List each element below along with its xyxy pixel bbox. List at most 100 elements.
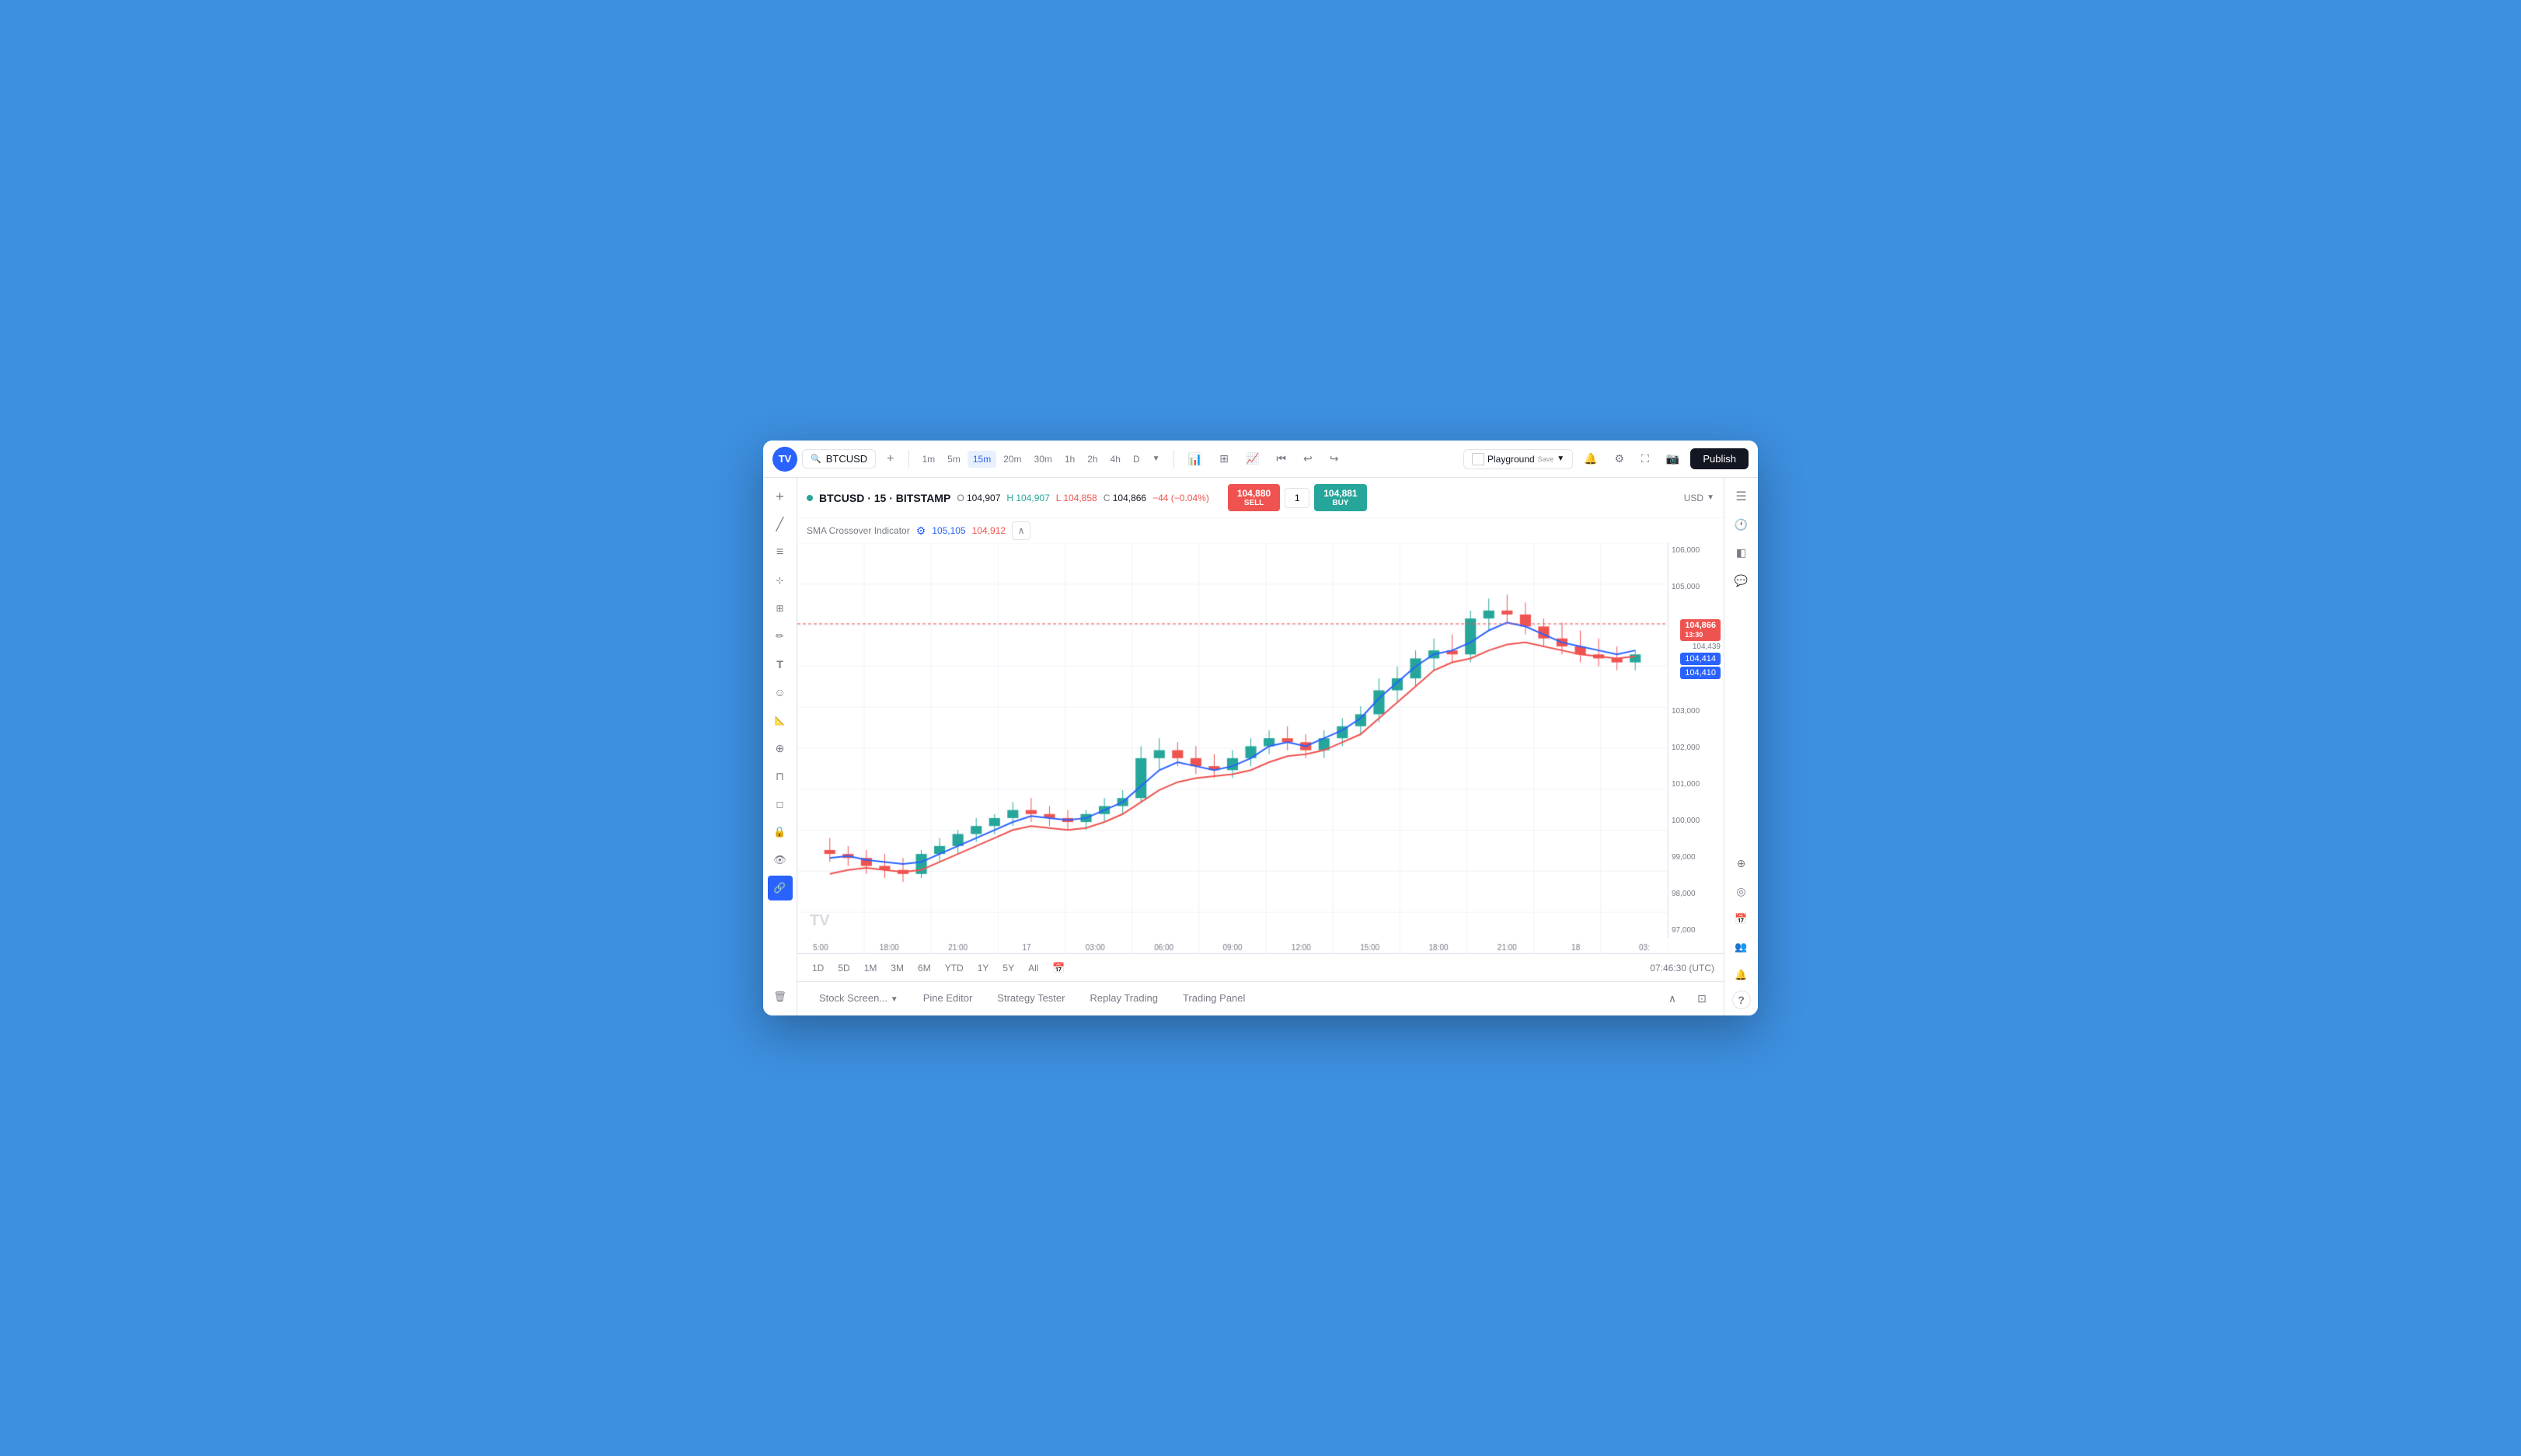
help-button[interactable]: ? xyxy=(1732,991,1751,1009)
eye-tool[interactable]: 👁 xyxy=(768,848,793,873)
line-tool[interactable]: ╱ xyxy=(768,512,793,537)
price-98000: 98,000 xyxy=(1672,890,1721,898)
magnet-tool[interactable]: ⊓ xyxy=(768,764,793,789)
settings-button[interactable]: ⚙ xyxy=(1609,449,1631,468)
tab-pine-editor[interactable]: Pine Editor xyxy=(911,986,985,1012)
replay-button[interactable]: ⏮ xyxy=(1270,449,1292,468)
close-value: 104,866 xyxy=(1113,493,1146,503)
logo[interactable]: TV xyxy=(772,447,797,472)
lines-tool[interactable]: ≡ xyxy=(768,540,793,565)
tf-20m[interactable]: 20m xyxy=(998,451,1027,468)
trash-tool[interactable]: 🗑 xyxy=(768,984,793,1009)
tf-30m[interactable]: 30m xyxy=(1029,451,1058,468)
alert-right-button[interactable]: 🔔 xyxy=(1729,963,1754,988)
measure-tool[interactable]: 📐 xyxy=(768,708,793,733)
tab-strategy-tester[interactable]: Strategy Tester xyxy=(985,986,1077,1012)
tab-stock-screener[interactable]: Stock Screen... ▼ xyxy=(807,986,911,1012)
main-toolbar: TV 🔍 BTCUSD + 1m 5m 15m 20m 30m 1h 2h 4h… xyxy=(763,441,1758,478)
panel-expand-button[interactable]: ⊡ xyxy=(1689,987,1714,1012)
buy-price: 104,881 xyxy=(1323,488,1357,499)
bottom-panel: Stock Screen... ▼ Pine Editor Strategy T… xyxy=(797,981,1724,1015)
indicator-button[interactable]: 📈 xyxy=(1240,449,1265,468)
date-range-picker[interactable]: 📅 xyxy=(1047,960,1070,977)
price-105000: 105,000 xyxy=(1672,583,1721,591)
indicator-row: SMA Crossover Indicator ⚙ 105,105 104,91… xyxy=(797,518,1724,543)
tf-4h[interactable]: 4h xyxy=(1105,451,1126,468)
range-5y[interactable]: 5Y xyxy=(997,960,1020,976)
tab-replay-trading[interactable]: Replay Trading xyxy=(1077,986,1170,1012)
zoom-tool[interactable]: ⊕ xyxy=(768,736,793,761)
price-104410: 104,410 xyxy=(1680,667,1721,679)
quantity-input[interactable] xyxy=(1285,488,1309,508)
text-tool[interactable]: T xyxy=(768,652,793,677)
target-button[interactable]: ◎ xyxy=(1729,879,1754,904)
open-label: O 104,907 xyxy=(957,493,1000,503)
crosshair-tool[interactable]: + xyxy=(768,484,793,509)
range-1d[interactable]: 1D xyxy=(807,960,829,976)
emoji-tool[interactable]: ☺ xyxy=(768,680,793,705)
range-1y[interactable]: 1Y xyxy=(972,960,995,976)
gann-tool[interactable]: ⊹ xyxy=(768,568,793,593)
collapse-indicator-button[interactable]: ∧ xyxy=(1012,521,1030,540)
range-ytd[interactable]: YTD xyxy=(940,960,969,976)
pattern-tool[interactable]: ⊞ xyxy=(768,596,793,621)
symbol-search[interactable]: 🔍 BTCUSD xyxy=(802,449,876,468)
symbol-status-dot xyxy=(807,495,813,501)
save-sublabel: Save xyxy=(1538,455,1554,463)
calendar-button[interactable]: 📅 xyxy=(1729,907,1754,932)
tf-1h[interactable]: 1h xyxy=(1059,451,1080,468)
publish-button[interactable]: Publish xyxy=(1690,448,1749,469)
low-value: 104,858 xyxy=(1063,493,1097,503)
range-5d[interactable]: 5D xyxy=(832,960,855,976)
redo-button[interactable]: ↪ xyxy=(1323,449,1345,468)
sell-button[interactable]: 104,880 SELL xyxy=(1228,484,1280,511)
watchlist-button[interactable]: ☰ xyxy=(1729,484,1754,509)
ohlc-data: O 104,907 H 104,907 L 104,858 C 104,866 … xyxy=(957,493,1209,503)
bar-style-button[interactable]: 📊 xyxy=(1182,449,1209,469)
tab-trading-panel[interactable]: Trading Panel xyxy=(1170,986,1257,1012)
lock-tool[interactable]: 🔒 xyxy=(768,820,793,845)
layers-button[interactable]: ◧ xyxy=(1729,540,1754,565)
ideas-button[interactable]: 💬 xyxy=(1729,568,1754,593)
link-tool[interactable]: 🔗 xyxy=(768,876,793,900)
undo-button[interactable]: ↩ xyxy=(1297,449,1319,468)
indicator-value1: 105,105 xyxy=(932,525,965,536)
eraser-tool[interactable]: ◻ xyxy=(768,792,793,817)
tf-15m[interactable]: 15m xyxy=(968,451,996,468)
tf-5m[interactable]: 5m xyxy=(942,451,966,468)
history-button[interactable]: 🕐 xyxy=(1729,512,1754,537)
chart-type-button[interactable]: ⊞ xyxy=(1213,449,1235,468)
playground-button[interactable]: Playground Save ▼ xyxy=(1463,449,1573,469)
buy-button[interactable]: 104,881 BUY xyxy=(1314,484,1366,511)
price-change: −44 (−0.04%) xyxy=(1152,493,1209,503)
screener-dropdown-icon: ▼ xyxy=(891,995,898,1004)
tf-2h[interactable]: 2h xyxy=(1082,451,1103,468)
price-102000: 102,000 xyxy=(1672,744,1721,752)
tf-more[interactable]: ▼ xyxy=(1147,451,1166,466)
range-6m[interactable]: 6M xyxy=(912,960,936,976)
crosshair-sync-button[interactable]: ⊕ xyxy=(1729,851,1754,876)
users-button[interactable]: 👥 xyxy=(1729,935,1754,960)
range-1m[interactable]: 1M xyxy=(859,960,883,976)
panel-collapse-button[interactable]: ∧ xyxy=(1660,987,1685,1012)
price-104414: 104,414 xyxy=(1680,653,1721,665)
chart-canvas-area[interactable]: 106,000 105,000 104,86613:30 104,439 104… xyxy=(797,543,1724,953)
price-chart[interactable] xyxy=(797,543,1668,953)
chart-header: BTCUSD · 15 · BITSTAMP O 104,907 H 104,9… xyxy=(797,478,1724,518)
tf-d[interactable]: D xyxy=(1128,451,1145,468)
range-3m[interactable]: 3M xyxy=(885,960,909,976)
brush-tool[interactable]: ✏ xyxy=(768,624,793,649)
price-103000: 103,000 xyxy=(1672,707,1721,716)
current-time: 07:46:30 (UTC) xyxy=(1650,963,1714,974)
bottom-bar: 1D 5D 1M 3M 6M YTD 1Y 5Y All 📅 07:46:30 … xyxy=(797,953,1724,981)
add-symbol-button[interactable]: + xyxy=(880,449,900,469)
camera-button[interactable]: 📷 xyxy=(1660,449,1686,468)
fullscreen-button[interactable]: ⛶ xyxy=(1635,449,1655,468)
tf-1m[interactable]: 1m xyxy=(917,451,941,468)
range-all[interactable]: All xyxy=(1023,960,1044,976)
currency-selector[interactable]: USD ▼ xyxy=(1684,493,1714,503)
close-label: C 104,866 xyxy=(1104,493,1146,503)
alert-button[interactable]: 🔔 xyxy=(1578,449,1603,468)
trading-window: TV 🔍 BTCUSD + 1m 5m 15m 20m 30m 1h 2h 4h… xyxy=(763,441,1758,1015)
high-value: 104,907 xyxy=(1016,493,1049,503)
